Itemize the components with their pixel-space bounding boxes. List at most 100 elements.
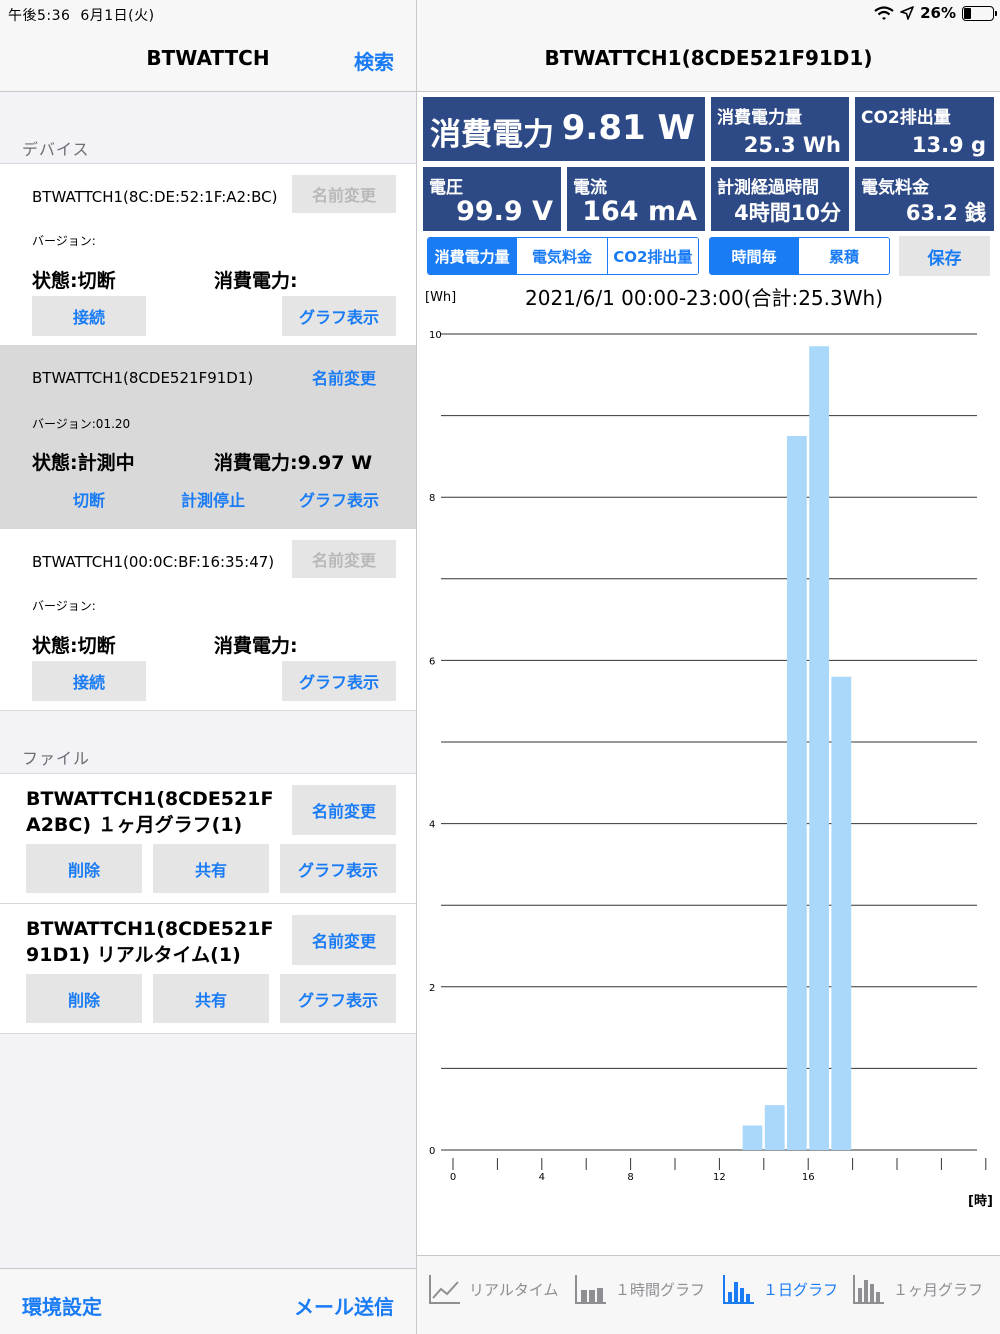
rename-button[interactable]: 名前変更 — [292, 540, 396, 578]
connect-button[interactable]: 接続 — [32, 661, 146, 701]
rename-button[interactable]: 名前変更 — [292, 175, 396, 213]
status-clock: 午後5:36 — [8, 8, 71, 24]
y-axis-unit: [Wh] — [425, 290, 457, 305]
y-tick-label: 6 — [429, 656, 435, 667]
bar — [809, 346, 829, 1150]
rename-button[interactable]: 名前変更 — [292, 358, 396, 396]
tile-cost-value: 63.2 銭 — [905, 201, 986, 225]
show-graph-button[interactable]: グラフ表示 — [282, 479, 396, 519]
device-cell-selected[interactable]: BTWATTCH1(8CDE521F91D1) 名前変更 バージョン:01.20… — [0, 346, 416, 529]
tile-current-label: 電流 — [573, 178, 607, 198]
show-graph-button[interactable]: グラフ表示 — [282, 296, 396, 336]
location-arrow-icon — [900, 6, 914, 20]
show-graph-button[interactable]: グラフ表示 — [280, 974, 396, 1023]
tile-co2-value: 13.9 g — [911, 133, 986, 157]
x-axis-unit: [時] — [968, 1194, 993, 1209]
seg-co2[interactable]: CO2排出量 — [607, 238, 698, 274]
file-cell[interactable]: BTWATTCH1(8CDE521F 91D1) リアルタイム(1) 名前変更 … — [0, 903, 416, 1034]
device-power: 消費電力: — [214, 270, 298, 292]
file-name: BTWATTCH1(8CDE521F 91D1) リアルタイム(1) — [26, 918, 274, 966]
rename-button[interactable]: 名前変更 — [292, 785, 396, 835]
device-state: 状態:切断 — [32, 635, 116, 657]
bar-chart-icon — [723, 1275, 754, 1304]
tab-1month-label: １ヶ月グラフ — [893, 1280, 984, 1299]
tile-energy: 消費電力量 25.3 Wh — [711, 97, 849, 161]
file-name: BTWATTCH1(8CDE521F A2BC) １ヶ月グラフ(1) — [26, 788, 274, 836]
left-toolbar: 環境設定 メール送信 — [0, 1268, 416, 1334]
tab-1day[interactable]: １日グラフ — [721, 1272, 838, 1306]
tile-voltage-value: 99.9 V — [456, 196, 553, 227]
seg-hourly[interactable]: 時間毎 — [710, 238, 800, 274]
tile-elapsed-label: 計測経過時間 — [717, 178, 819, 198]
hourly-energy-chart: 0 2 4 6 8 10 0 4 8 12 16 — [429, 330, 987, 1183]
device-state: 状態:計測中 — [32, 452, 135, 474]
x-tick-label: 12 — [713, 1172, 726, 1183]
disconnect-button[interactable]: 切断 — [32, 479, 146, 519]
graph-tab-bar: リアルタイム １時間グラフ １日グラフ １ヶ月グラフ — [417, 1255, 1000, 1334]
show-graph-button[interactable]: グラフ表示 — [280, 844, 396, 893]
tile-current-value: 164 mA — [582, 196, 697, 227]
tab-1month[interactable]: １ヶ月グラフ — [851, 1272, 983, 1306]
tab-1hour-label: １時間グラフ — [615, 1280, 706, 1299]
tile-current: 電流 164 mA — [567, 167, 705, 231]
rename-button[interactable]: 名前変更 — [292, 915, 396, 965]
tile-power-label: 消費電力 — [430, 117, 554, 153]
tile-energy-value: 25.3 Wh — [743, 133, 841, 157]
tile-power-value: 9.81 W — [561, 108, 695, 148]
delete-button[interactable]: 削除 — [26, 974, 142, 1023]
detail-pane: BTWATTCH1(8CDE521F91D1) 消費電力 9.81 W 消費電力… — [417, 0, 1000, 1334]
seg-cost[interactable]: 電気料金 — [517, 238, 608, 274]
y-tick-label: 10 — [429, 330, 442, 341]
tile-voltage-label: 電圧 — [429, 178, 463, 198]
search-button[interactable]: 検索 — [354, 46, 394, 75]
settings-button[interactable]: 環境設定 — [22, 1291, 102, 1320]
tile-power: 消費電力 9.81 W — [423, 97, 705, 161]
x-tick-label: 4 — [539, 1172, 545, 1183]
file-cell[interactable]: BTWATTCH1(8CDE521F A2BC) １ヶ月グラフ(1) 名前変更 … — [0, 773, 416, 903]
show-graph-button[interactable]: グラフ表示 — [282, 661, 396, 701]
stop-measure-button[interactable]: 計測停止 — [156, 479, 270, 519]
device-version: バージョン:01.20 — [32, 417, 131, 431]
device-cell[interactable]: BTWATTCH1(00:0C:BF:16:35:47) 名前変更 バージョン:… — [0, 528, 416, 711]
bar — [831, 676, 852, 1150]
device-power: 消費電力: — [214, 635, 298, 657]
y-tick-label: 2 — [429, 983, 435, 994]
tile-voltage: 電圧 99.9 V — [423, 167, 561, 231]
x-tick-label: 0 — [450, 1172, 456, 1183]
files-section-header: ファイル — [22, 749, 91, 768]
seg-energy[interactable]: 消費電力量 — [428, 238, 518, 274]
delete-button[interactable]: 削除 — [26, 844, 142, 893]
share-button[interactable]: 共有 — [153, 974, 269, 1023]
connect-button[interactable]: 接続 — [32, 296, 146, 336]
tab-realtime-label: リアルタイム — [469, 1280, 559, 1299]
y-tick-label: 0 — [429, 1146, 435, 1157]
bar — [764, 1105, 785, 1150]
tab-1hour[interactable]: １時間グラフ — [573, 1272, 705, 1306]
device-list-pane: BTWATTCH 検索 デバイス BTWATTCH1(8C:DE:52:1F:A… — [0, 0, 416, 1334]
device-cell[interactable]: BTWATTCH1(8C:DE:52:1F:A2:BC) 名前変更 バージョン:… — [0, 163, 416, 346]
battery-icon — [962, 5, 997, 21]
tile-elapsed: 計測経過時間 4時間10分 — [711, 167, 849, 231]
status-time: 午後5:36 6月1日(火) — [8, 5, 155, 25]
metric-segmented-control: 消費電力量 電気料金 CO2排出量 — [427, 237, 699, 275]
send-mail-button[interactable]: メール送信 — [294, 1291, 394, 1320]
device-name: BTWATTCH1(00:0C:BF:16:35:47) — [32, 553, 275, 571]
status-indicators: 26% — [874, 4, 997, 22]
mode-segmented-control: 時間毎 累積 — [709, 237, 890, 275]
bar — [787, 436, 807, 1150]
save-button[interactable]: 保存 — [899, 236, 990, 276]
share-button[interactable]: 共有 — [153, 844, 269, 893]
tab-realtime[interactable]: リアルタイム — [427, 1272, 559, 1306]
x-tick-label: 8 — [627, 1172, 633, 1183]
device-state: 状態:切断 — [32, 270, 116, 292]
bar-chart-icon — [853, 1275, 884, 1304]
wifi-icon — [874, 5, 894, 20]
y-tick-label: 4 — [429, 820, 435, 831]
bar-chart-icon — [575, 1275, 606, 1304]
seg-cumulative[interactable]: 累積 — [799, 238, 889, 274]
device-name: BTWATTCH1(8C:DE:52:1F:A2:BC) — [32, 188, 278, 206]
device-power: 消費電力:9.97 W — [214, 452, 373, 474]
line-chart-icon — [429, 1275, 460, 1304]
bar — [742, 1125, 763, 1150]
tile-cost-label: 電気料金 — [861, 178, 929, 198]
